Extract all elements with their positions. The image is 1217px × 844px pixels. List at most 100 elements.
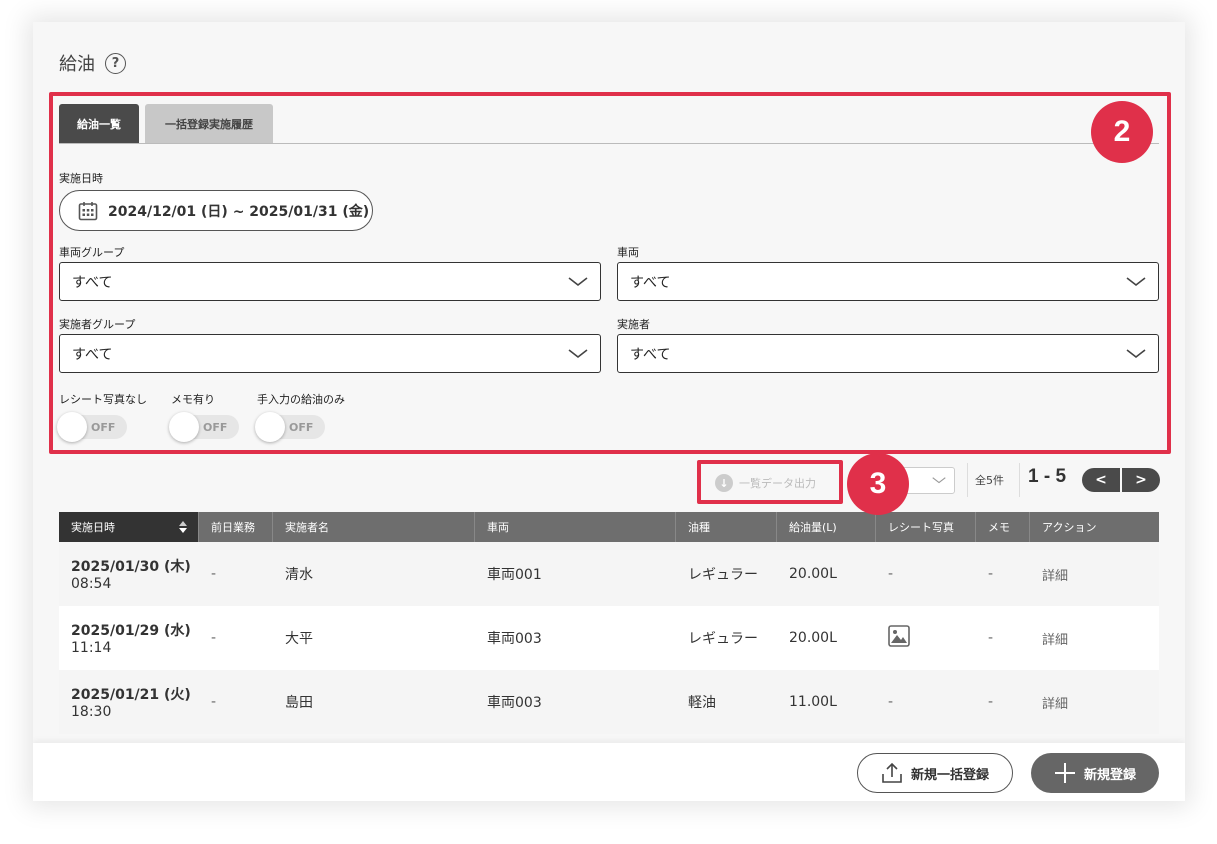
table-row[interactable]: 2025/01/30 (木) 08:54 - 清水 車両001 レギュラー 20… <box>59 542 1159 606</box>
cell-amount: 20.00L <box>789 566 837 582</box>
col-amount: 給油量(L) <box>777 512 876 542</box>
page-range: 1 - 5 <box>1028 466 1067 487</box>
toggle-label-has-memo: メモ有り <box>171 393 215 406</box>
detail-link[interactable]: 詳細 <box>1030 693 1159 712</box>
col-vehicle: 車両 <box>475 512 676 542</box>
register-button[interactable]: 新規登録 <box>1031 753 1159 793</box>
operator-select[interactable]: すべて <box>617 334 1159 373</box>
detail-link[interactable]: 詳細 <box>1030 629 1159 648</box>
operator-label: 実施者 <box>617 318 650 331</box>
chevron-down-icon <box>1126 276 1146 286</box>
cell-amount: 11.00L <box>789 694 837 710</box>
tab-bar: 給油一覧 一括登録実施履歴 <box>59 104 273 143</box>
vehicle-value: すべて <box>630 274 671 291</box>
cell-prev-day: - <box>211 566 217 582</box>
vehicle-label: 車両 <box>617 246 639 259</box>
cell-receipt: - <box>888 694 894 710</box>
sort-icon <box>179 521 187 533</box>
image-icon[interactable] <box>888 625 910 647</box>
cell-receipt: - <box>888 566 894 582</box>
total-count: 全5件 <box>975 474 1004 487</box>
col-fuel-type: 油種 <box>676 512 777 542</box>
cell-prev-day: - <box>211 694 217 710</box>
cell-operator: 大平 <box>285 631 313 647</box>
export-list-button[interactable]: ↓ 一覧データ出力 <box>701 465 841 501</box>
col-prev-day: 前日業務 <box>199 512 273 542</box>
footer-bar: 新規一括登録 新規登録 <box>33 743 1185 801</box>
cell-date: 2025/01/29 (水) 11:14 <box>59 620 199 656</box>
cell-memo: - <box>988 630 994 646</box>
cell-date-day: 2025/01/29 (水) <box>71 623 191 639</box>
cell-date: 2025/01/30 (木) 08:54 <box>59 556 199 592</box>
cell-date: 2025/01/21 (火) 18:30 <box>59 684 199 720</box>
bulk-register-button[interactable]: 新規一括登録 <box>857 753 1013 793</box>
cell-vehicle: 車両001 <box>487 567 542 583</box>
vehicle-group-value: すべて <box>72 274 113 291</box>
tab-fuel-list[interactable]: 給油一覧 <box>59 104 139 143</box>
toggle-has-memo[interactable]: OFF <box>169 412 239 442</box>
toggle-no-receipt[interactable]: OFF <box>57 412 127 442</box>
operator-group-value: すべて <box>72 346 113 363</box>
cell-fuel-type: レギュラー <box>688 631 758 647</box>
chevron-down-icon <box>1126 348 1146 358</box>
pager: < > <box>1082 468 1160 492</box>
register-label: 新規登録 <box>1083 767 1136 783</box>
toggle-state: OFF <box>203 420 228 434</box>
toggle-state: OFF <box>91 420 116 434</box>
annotation-badge-2: 2 <box>1091 101 1153 163</box>
next-page-button[interactable]: > <box>1122 468 1160 492</box>
cell-date-time: 08:54 <box>71 576 112 592</box>
date-range-picker[interactable]: 2024/12/01 (日) ~ 2025/01/31 (金) <box>59 190 373 231</box>
vehicle-group-select[interactable]: すべて <box>59 262 601 301</box>
table-header: 実施日時 前日業務 実施者名 車両 油種 給油量(L) レシート写真 メモ アク… <box>59 512 1159 542</box>
col-date[interactable]: 実施日時 <box>59 512 199 542</box>
toolbar-divider <box>967 463 968 497</box>
toggle-knob <box>255 412 285 442</box>
cell-fuel-type: レギュラー <box>688 567 758 583</box>
cell-date-day: 2025/01/30 (木) <box>71 559 191 575</box>
cell-memo: - <box>988 566 994 582</box>
cell-date-time: 18:30 <box>71 704 112 720</box>
vehicle-select[interactable]: すべて <box>617 262 1159 301</box>
cell-operator: 島田 <box>285 695 313 711</box>
tab-bulk-history[interactable]: 一括登録実施履歴 <box>145 104 273 143</box>
cell-receipt[interactable] <box>876 625 976 651</box>
cell-vehicle: 車両003 <box>487 695 542 711</box>
chevron-down-icon <box>568 276 588 286</box>
annotation-badge-3: 3 <box>847 453 909 515</box>
toolbar-divider <box>1019 463 1020 497</box>
cell-fuel-type: 軽油 <box>688 695 716 711</box>
cell-date-time: 11:14 <box>71 640 112 656</box>
page-title: 給油 <box>59 54 95 75</box>
col-memo: メモ <box>976 512 1030 542</box>
col-operator: 実施者名 <box>273 512 475 542</box>
chevron-down-icon <box>932 477 946 484</box>
cell-operator: 清水 <box>285 567 313 583</box>
cell-amount: 20.00L <box>789 630 837 646</box>
help-icon[interactable]: ? <box>105 52 126 74</box>
bulk-register-label: 新規一括登録 <box>910 767 989 783</box>
operator-group-label: 実施者グループ <box>59 318 136 331</box>
prev-page-button[interactable]: < <box>1082 468 1120 492</box>
fuel-table: 実施日時 前日業務 実施者名 車両 油種 給油量(L) レシート写真 メモ アク… <box>59 512 1159 734</box>
toggle-state: OFF <box>289 420 314 434</box>
operator-value: すべて <box>630 346 671 363</box>
table-row[interactable]: 2025/01/21 (火) 18:30 - 島田 車両003 軽油 11.00… <box>59 670 1159 734</box>
toggle-label-no-receipt: レシート写真なし <box>59 393 147 406</box>
table-row[interactable]: 2025/01/29 (水) 11:14 - 大平 車両003 レギュラー 20… <box>59 606 1159 670</box>
tab-divider <box>59 143 1159 144</box>
toggle-label-manual-only: 手入力の給油のみ <box>257 393 345 406</box>
toggle-manual-only[interactable]: OFF <box>255 412 325 442</box>
toggle-knob <box>57 412 87 442</box>
operator-group-select[interactable]: すべて <box>59 334 601 373</box>
chevron-down-icon <box>568 348 588 358</box>
cell-date-day: 2025/01/21 (火) <box>71 687 191 703</box>
detail-link[interactable]: 詳細 <box>1030 565 1159 584</box>
page-header: 給油 ? <box>59 50 126 76</box>
toggle-knob <box>169 412 199 442</box>
cell-vehicle: 車両003 <box>487 631 542 647</box>
date-range-text: 2024/12/01 (日) ~ 2025/01/31 (金) <box>108 203 370 220</box>
date-label: 実施日時 <box>59 172 103 185</box>
export-label: 一覧データ出力 <box>739 477 816 490</box>
fuel-page-card: 給油 ? 給油一覧 一括登録実施履歴 実施日時 2024/12/01 (日) ~… <box>33 22 1185 801</box>
